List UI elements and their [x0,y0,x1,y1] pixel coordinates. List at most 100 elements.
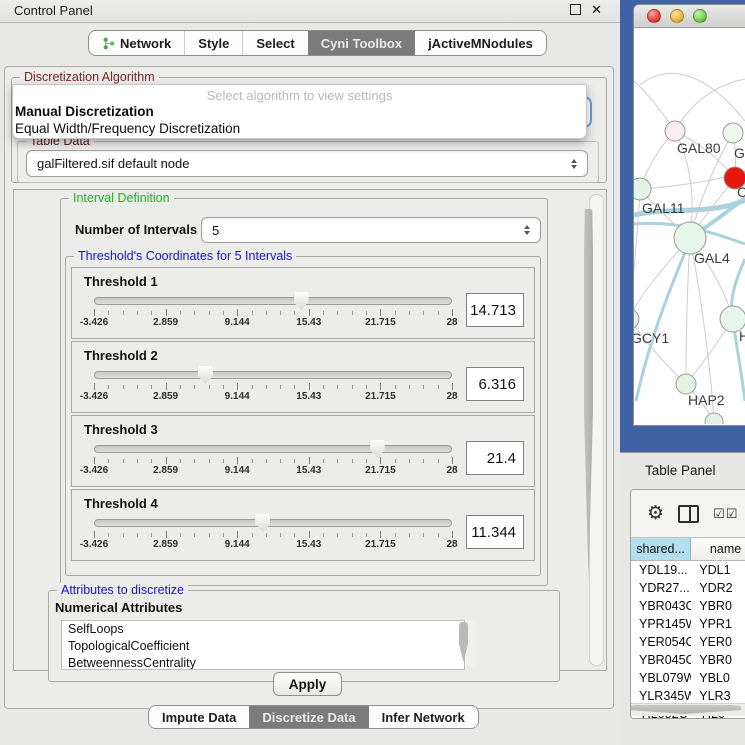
tab-jactivemnodules[interactable]: jActiveMNodules [415,31,546,55]
tick-label: 28 [446,465,457,476]
tick-label: 9.144 [225,317,250,328]
table-row[interactable]: YBR043CYBR0 [631,597,745,615]
attribute-list-item[interactable]: BetweennessCentrality [62,655,464,670]
network-edge[interactable] [634,189,640,319]
network-node[interactable] [723,123,743,143]
network-canvas[interactable]: GAL80GACGAL11GAL4GCY1HHAP2 [634,28,745,424]
tab-label: Style [198,36,229,51]
tab-network[interactable]: Network [89,31,184,55]
close-icon[interactable]: ✕ [591,4,602,15]
tab-style[interactable]: Style [184,31,242,55]
threshold-slider[interactable]: -3.4262.8599.14415.4321.71528 [94,367,452,407]
bottom-tab-impute-data[interactable]: Impute Data [149,706,249,728]
threshold-slider[interactable]: -3.4262.8599.14415.4321.71528 [94,293,452,333]
node-label: H [739,328,745,344]
table-cell: YBL0 [691,669,745,687]
network-node[interactable] [705,413,723,424]
slider-thumb[interactable] [370,440,385,458]
network-node[interactable] [634,178,651,200]
tick-label: 9.144 [225,539,250,550]
settings-gear-icon[interactable]: ⚙ [647,504,664,523]
checkbox-icons[interactable]: ☑☑ [713,506,738,522]
table-panel-title: Table Panel [645,463,716,478]
attribute-list-item[interactable]: TopologicalCoefficient [62,638,464,655]
network-node[interactable] [676,374,696,394]
algorithm-dropdown-popup: Select algorithm to view settings Manual… [12,84,587,139]
zoom-traffic-light-icon[interactable] [693,9,707,23]
table-cell: YPR145W [631,615,691,633]
node-label: GAL80 [677,140,721,156]
algorithm-popup-hint: Select algorithm to view settings [13,88,586,103]
attributes-scrollbar[interactable] [465,621,477,667]
threshold-label: Threshold 3 [72,416,534,437]
slider-thumb[interactable] [255,514,270,532]
algorithm-option[interactable]: Equal Width/Frequency Discretization [13,120,586,137]
tab-cyni-toolbox[interactable]: Cyni Toolbox [308,31,415,55]
network-edge[interactable] [686,238,690,384]
tick-label: 15.43 [296,539,321,550]
control-panel-titlebar: Control Panel ✕ [0,0,620,23]
tab-select[interactable]: Select [242,31,307,55]
node-table: ⚙ ☑☑ shared...name YDL19...YDL1YDR27...Y… [630,489,745,719]
threshold-label: Threshold 1 [72,268,534,289]
table-row[interactable]: YDR27...YDR2 [631,579,745,597]
algorithm-option[interactable]: Manual Discretization [13,103,586,120]
table-row[interactable]: YBR045CYBR0 [631,651,745,669]
tab-label: jActiveMNodules [428,36,533,51]
number-of-intervals-combobox[interactable]: 5 [201,217,541,243]
tab-label: Infer Network [382,710,465,725]
tab-label: Impute Data [162,710,236,725]
settings-scroll-panel: Interval Definition Number of Intervals … [13,189,607,671]
threshold-label: Threshold 2 [72,342,534,363]
numerical-attributes-label: Numerical Attributes [55,600,182,615]
settings-scrollbar[interactable] [589,194,604,666]
table-row[interactable]: YPR145WYPR1 [631,615,745,633]
network-window-titlebar [634,5,745,28]
split-columns-icon[interactable] [678,505,699,523]
table-row[interactable]: YDL19...YDL1 [631,561,745,579]
threshold-value-input[interactable]: 6.316 [466,367,524,401]
numerical-attributes-list[interactable]: SelfLoopsTopologicalCoefficientBetweenne… [61,620,465,670]
node-label: GA [734,145,745,161]
slider-thumb[interactable] [294,292,309,310]
table-horizontal-scrollbar[interactable] [631,703,745,716]
float-window-icon[interactable] [570,4,581,15]
threshold-value-input[interactable]: 21.4 [466,441,524,475]
minimize-traffic-light-icon[interactable] [670,9,684,23]
table-column-header[interactable]: shared... [631,538,691,560]
network-window-frame: GAL80GACGAL11GAL4GCY1HHAP2 [620,0,745,452]
threshold-value-input[interactable]: 14.713 [466,293,524,327]
tab-label: Network [120,36,171,51]
network-node[interactable] [665,121,685,141]
number-of-intervals-label: Number of Intervals [75,222,197,237]
threshold-slider[interactable]: -3.4262.8599.14415.4321.71528 [94,441,452,481]
table-data-combobox[interactable]: galFiltered.sif default node [26,150,588,177]
bottom-tab-discretize-data[interactable]: Discretize Data [249,706,368,728]
network-edge[interactable] [640,73,745,121]
table-cell: YBR0 [691,597,745,615]
tick-label: 2.859 [153,317,178,328]
threshold-slider[interactable]: -3.4262.8599.14415.4321.71528 [94,515,452,555]
tick-label: -3.426 [80,539,108,550]
table-cell: YER054C [631,633,691,651]
table-data-selected-value: galFiltered.sif default node [37,156,571,171]
tick-label: 28 [446,317,457,328]
tick-label: 2.859 [153,391,178,402]
slider-thumb[interactable] [198,366,213,384]
close-traffic-light-icon[interactable] [647,9,661,23]
table-row[interactable]: YER054CYER0 [631,633,745,651]
table-cell: YBL079W [631,669,691,687]
attribute-list-item[interactable]: SelfLoops [62,621,464,638]
table-row[interactable]: YBL079WYBL0 [631,669,745,687]
node-label: HAP2 [688,392,725,408]
table-column-header[interactable]: name [691,538,745,560]
threshold-value-input[interactable]: 11.344 [466,515,524,549]
apply-button[interactable]: Apply [273,672,342,696]
table-cell: YER0 [691,633,745,651]
table-data-group: Table Data galFiltered.sif default node [17,141,599,183]
network-window: GAL80GACGAL11GAL4GCY1HHAP2 [633,4,745,426]
tick-label: 21.715 [365,539,396,550]
bottom-tab-infer-network[interactable]: Infer Network [369,706,478,728]
thresholds-group: Threshold's Coordinates for 5 Intervals … [65,256,541,576]
network-node[interactable] [634,309,639,329]
